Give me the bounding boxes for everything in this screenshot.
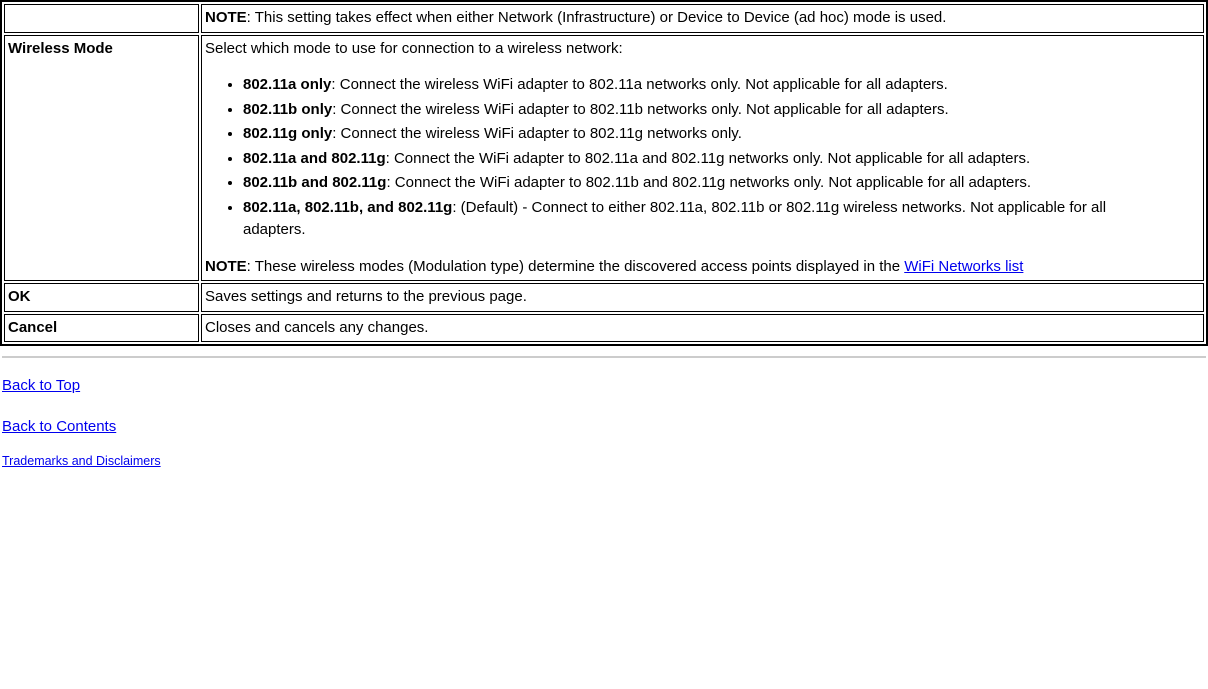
cell-desc-ok: Saves settings and returns to the previo… bbox=[201, 283, 1204, 312]
list-item: 802.11a only: Connect the wireless WiFi … bbox=[243, 74, 1200, 97]
wireless-mode-intro: Select which mode to use for connection … bbox=[205, 38, 1200, 61]
settings-table: NOTE: This setting takes effect when eit… bbox=[0, 0, 1208, 346]
table-row: NOTE: This setting takes effect when eit… bbox=[4, 4, 1204, 33]
cell-label-cancel: Cancel bbox=[4, 314, 199, 343]
list-item-rest: : Connect the wireless WiFi adapter to 8… bbox=[332, 125, 742, 142]
list-item-rest: : Connect the wireless WiFi adapter to 8… bbox=[332, 101, 948, 118]
list-item: 802.11a, 802.11b, and 802.11g: (Default)… bbox=[243, 197, 1200, 242]
back-to-contents-link[interactable]: Back to Contents bbox=[2, 416, 116, 439]
cell-label-empty bbox=[4, 4, 199, 33]
list-item-rest: : Connect the WiFi adapter to 802.11a an… bbox=[386, 150, 1031, 167]
cell-desc-note-mode: NOTE: This setting takes effect when eit… bbox=[201, 4, 1204, 33]
cell-label-ok: OK bbox=[4, 283, 199, 312]
footer-links: Back to Top Back to Contents Trademarks … bbox=[0, 369, 1208, 473]
note-text: : This setting takes effect when either … bbox=[247, 9, 947, 26]
table-row: Wireless Mode Select which mode to use f… bbox=[4, 35, 1204, 282]
note-lead: NOTE bbox=[205, 258, 247, 275]
divider bbox=[2, 356, 1206, 359]
table-row: Cancel Closes and cancels any changes. bbox=[4, 314, 1204, 343]
list-item-lead: 802.11b only bbox=[243, 101, 332, 118]
list-item-rest: : Connect the wireless WiFi adapter to 8… bbox=[331, 76, 947, 93]
wireless-mode-list: 802.11a only: Connect the wireless WiFi … bbox=[243, 74, 1200, 242]
list-item-rest: : Connect the WiFi adapter to 802.11b an… bbox=[386, 174, 1031, 191]
table-row: OK Saves settings and returns to the pre… bbox=[4, 283, 1204, 312]
list-item: 802.11b only: Connect the wireless WiFi … bbox=[243, 99, 1200, 122]
list-item-lead: 802.11b and 802.11g bbox=[243, 174, 386, 191]
list-item: 802.11a and 802.11g: Connect the WiFi ad… bbox=[243, 148, 1200, 171]
list-item: 802.11g only: Connect the wireless WiFi … bbox=[243, 123, 1200, 146]
cell-desc-cancel: Closes and cancels any changes. bbox=[201, 314, 1204, 343]
list-item-lead: 802.11a only bbox=[243, 76, 331, 93]
note-lead: NOTE bbox=[205, 9, 247, 26]
back-to-top-link[interactable]: Back to Top bbox=[2, 375, 80, 398]
list-item-lead: 802.11g only bbox=[243, 125, 332, 142]
trademarks-link[interactable]: Trademarks and Disclaimers bbox=[2, 452, 161, 471]
cell-desc-wireless-mode: Select which mode to use for connection … bbox=[201, 35, 1204, 282]
wifi-networks-list-link[interactable]: WiFi Networks list bbox=[904, 258, 1023, 275]
list-item-lead: 802.11a and 802.11g bbox=[243, 150, 386, 167]
list-item: 802.11b and 802.11g: Connect the WiFi ad… bbox=[243, 172, 1200, 195]
cell-label-wireless-mode: Wireless Mode bbox=[4, 35, 199, 282]
list-item-lead: 802.11a, 802.11b, and 802.11g bbox=[243, 199, 452, 216]
wireless-mode-note: NOTE: These wireless modes (Modulation t… bbox=[205, 256, 1200, 279]
note-text: : These wireless modes (Modulation type)… bbox=[247, 258, 905, 275]
